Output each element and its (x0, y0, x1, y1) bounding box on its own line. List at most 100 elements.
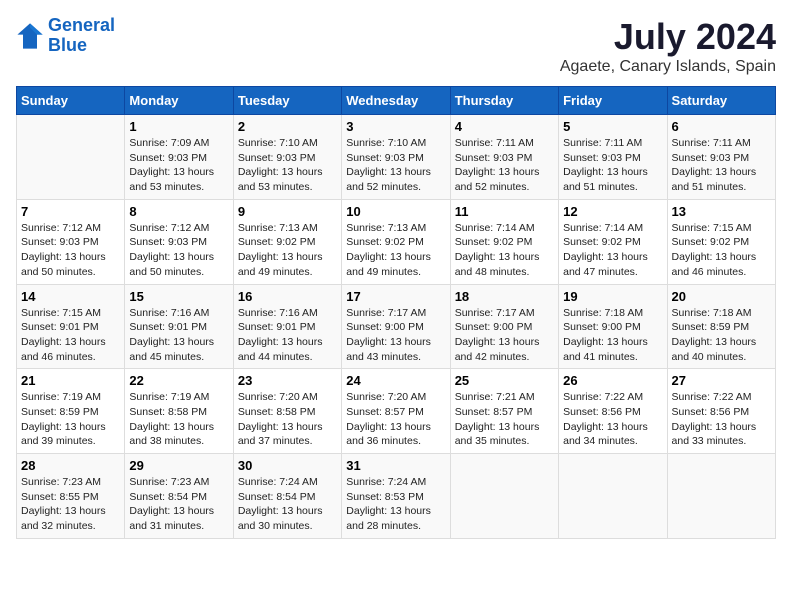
day-number: 24 (346, 373, 445, 388)
day-info: Sunrise: 7:24 AM Sunset: 8:53 PM Dayligh… (346, 475, 445, 534)
day-info: Sunrise: 7:13 AM Sunset: 9:02 PM Dayligh… (346, 221, 445, 280)
weekday-header-row: SundayMondayTuesdayWednesdayThursdayFrid… (17, 87, 776, 115)
weekday-header-thursday: Thursday (450, 87, 558, 115)
calendar-cell: 6 Sunrise: 7:11 AM Sunset: 9:03 PM Daylig… (667, 115, 775, 200)
calendar-week-row: 1 Sunrise: 7:09 AM Sunset: 9:03 PM Daylig… (17, 115, 776, 200)
calendar-cell: 27 Sunrise: 7:22 AM Sunset: 8:56 PM Dayli… (667, 369, 775, 454)
calendar-cell: 21Sunrise: 7:19 AM Sunset: 8:59 PM Dayli… (17, 369, 125, 454)
calendar-cell (559, 454, 667, 539)
day-number: 6 (672, 119, 771, 134)
day-number: 9 (238, 204, 337, 219)
day-info: Sunrise: 7:16 AM Sunset: 9:01 PM Dayligh… (238, 306, 337, 365)
calendar-cell: 12Sunrise: 7:14 AM Sunset: 9:02 PM Dayli… (559, 199, 667, 284)
day-number: 7 (21, 204, 120, 219)
calendar-cell: 13 Sunrise: 7:15 AM Sunset: 9:02 PM Dayli… (667, 199, 775, 284)
calendar-cell: 4 Sunrise: 7:11 AM Sunset: 9:03 PM Daylig… (450, 115, 558, 200)
calendar-cell: 26Sunrise: 7:22 AM Sunset: 8:56 PM Dayli… (559, 369, 667, 454)
day-info: Sunrise: 7:16 AM Sunset: 9:01 PM Dayligh… (129, 306, 228, 365)
weekday-header-wednesday: Wednesday (342, 87, 450, 115)
calendar-cell: 20Sunrise: 7:18 AM Sunset: 8:59 PM Dayli… (667, 284, 775, 369)
day-number: 31 (346, 458, 445, 473)
logo: General Blue (16, 16, 115, 56)
weekday-header-tuesday: Tuesday (233, 87, 341, 115)
day-info: Sunrise: 7:12 AM Sunset: 9:03 PM Dayligh… (21, 221, 120, 280)
day-info: Sunrise: 7:11 AM Sunset: 9:03 PM Dayligh… (455, 136, 554, 195)
day-number: 1 (129, 119, 228, 134)
day-number: 15 (129, 289, 228, 304)
day-number: 30 (238, 458, 337, 473)
weekday-header-saturday: Saturday (667, 87, 775, 115)
day-number: 25 (455, 373, 554, 388)
page-header: General Blue July 2024 Agaete, Canary Is… (16, 16, 776, 76)
day-info: Sunrise: 7:09 AM Sunset: 9:03 PM Dayligh… (129, 136, 228, 195)
day-number: 11 (455, 204, 554, 219)
day-info: Sunrise: 7:22 AM Sunset: 8:56 PM Dayligh… (672, 390, 771, 449)
day-number: 19 (563, 289, 662, 304)
day-number: 10 (346, 204, 445, 219)
calendar-week-row: 14 Sunrise: 7:15 AM Sunset: 9:01 PM Dayli… (17, 284, 776, 369)
calendar-cell: 25 Sunrise: 7:21 AM Sunset: 8:57 PM Dayli… (450, 369, 558, 454)
calendar-cell: 19 Sunrise: 7:18 AM Sunset: 9:00 PM Dayli… (559, 284, 667, 369)
day-number: 28 (21, 458, 120, 473)
day-number: 8 (129, 204, 228, 219)
calendar-week-row: 28 Sunrise: 7:23 AM Sunset: 8:55 PM Dayli… (17, 454, 776, 539)
calendar-cell: 23Sunrise: 7:20 AM Sunset: 8:58 PM Dayli… (233, 369, 341, 454)
calendar-cell: 28 Sunrise: 7:23 AM Sunset: 8:55 PM Dayli… (17, 454, 125, 539)
day-number: 23 (238, 373, 337, 388)
day-info: Sunrise: 7:17 AM Sunset: 9:00 PM Dayligh… (346, 306, 445, 365)
calendar-cell: 14 Sunrise: 7:15 AM Sunset: 9:01 PM Dayli… (17, 284, 125, 369)
day-info: Sunrise: 7:19 AM Sunset: 8:58 PM Dayligh… (129, 390, 228, 449)
calendar-cell: 31 Sunrise: 7:24 AM Sunset: 8:53 PM Dayli… (342, 454, 450, 539)
month-title: July 2024 (560, 16, 776, 58)
day-number: 27 (672, 373, 771, 388)
logo-icon (16, 22, 44, 50)
day-number: 13 (672, 204, 771, 219)
calendar-cell: 10 Sunrise: 7:13 AM Sunset: 9:02 PM Dayli… (342, 199, 450, 284)
calendar-cell: 24 Sunrise: 7:20 AM Sunset: 8:57 PM Dayli… (342, 369, 450, 454)
day-number: 2 (238, 119, 337, 134)
calendar-week-row: 21Sunrise: 7:19 AM Sunset: 8:59 PM Dayli… (17, 369, 776, 454)
calendar-cell (450, 454, 558, 539)
day-info: Sunrise: 7:10 AM Sunset: 9:03 PM Dayligh… (346, 136, 445, 195)
location-title: Agaete, Canary Islands, Spain (560, 58, 776, 76)
day-number: 14 (21, 289, 120, 304)
day-number: 18 (455, 289, 554, 304)
day-info: Sunrise: 7:24 AM Sunset: 8:54 PM Dayligh… (238, 475, 337, 534)
day-info: Sunrise: 7:11 AM Sunset: 9:03 PM Dayligh… (672, 136, 771, 195)
calendar-cell: 5Sunrise: 7:11 AM Sunset: 9:03 PM Daylig… (559, 115, 667, 200)
day-number: 22 (129, 373, 228, 388)
calendar-cell: 2 Sunrise: 7:10 AM Sunset: 9:03 PM Daylig… (233, 115, 341, 200)
day-number: 21 (21, 373, 120, 388)
day-info: Sunrise: 7:17 AM Sunset: 9:00 PM Dayligh… (455, 306, 554, 365)
calendar-cell: 29Sunrise: 7:23 AM Sunset: 8:54 PM Dayli… (125, 454, 233, 539)
weekday-header-friday: Friday (559, 87, 667, 115)
calendar-cell: 30 Sunrise: 7:24 AM Sunset: 8:54 PM Dayli… (233, 454, 341, 539)
day-number: 29 (129, 458, 228, 473)
day-number: 3 (346, 119, 445, 134)
day-info: Sunrise: 7:21 AM Sunset: 8:57 PM Dayligh… (455, 390, 554, 449)
day-info: Sunrise: 7:10 AM Sunset: 9:03 PM Dayligh… (238, 136, 337, 195)
logo-text: General Blue (48, 16, 115, 56)
day-number: 16 (238, 289, 337, 304)
calendar-table: SundayMondayTuesdayWednesdayThursdayFrid… (16, 86, 776, 539)
day-info: Sunrise: 7:18 AM Sunset: 9:00 PM Dayligh… (563, 306, 662, 365)
calendar-cell: 22 Sunrise: 7:19 AM Sunset: 8:58 PM Dayli… (125, 369, 233, 454)
calendar-cell: 8Sunrise: 7:12 AM Sunset: 9:03 PM Daylig… (125, 199, 233, 284)
calendar-cell: 11Sunrise: 7:14 AM Sunset: 9:02 PM Dayli… (450, 199, 558, 284)
day-number: 5 (563, 119, 662, 134)
day-info: Sunrise: 7:15 AM Sunset: 9:02 PM Dayligh… (672, 221, 771, 280)
calendar-cell: 7 Sunrise: 7:12 AM Sunset: 9:03 PM Daylig… (17, 199, 125, 284)
calendar-cell (17, 115, 125, 200)
day-info: Sunrise: 7:23 AM Sunset: 8:55 PM Dayligh… (21, 475, 120, 534)
calendar-cell (667, 454, 775, 539)
calendar-cell: 3 Sunrise: 7:10 AM Sunset: 9:03 PM Daylig… (342, 115, 450, 200)
day-number: 20 (672, 289, 771, 304)
title-area: July 2024 Agaete, Canary Islands, Spain (560, 16, 776, 76)
weekday-header-sunday: Sunday (17, 87, 125, 115)
calendar-cell: 17 Sunrise: 7:17 AM Sunset: 9:00 PM Dayli… (342, 284, 450, 369)
calendar-week-row: 7 Sunrise: 7:12 AM Sunset: 9:03 PM Daylig… (17, 199, 776, 284)
day-info: Sunrise: 7:15 AM Sunset: 9:01 PM Dayligh… (21, 306, 120, 365)
day-number: 17 (346, 289, 445, 304)
day-number: 4 (455, 119, 554, 134)
day-info: Sunrise: 7:20 AM Sunset: 8:57 PM Dayligh… (346, 390, 445, 449)
